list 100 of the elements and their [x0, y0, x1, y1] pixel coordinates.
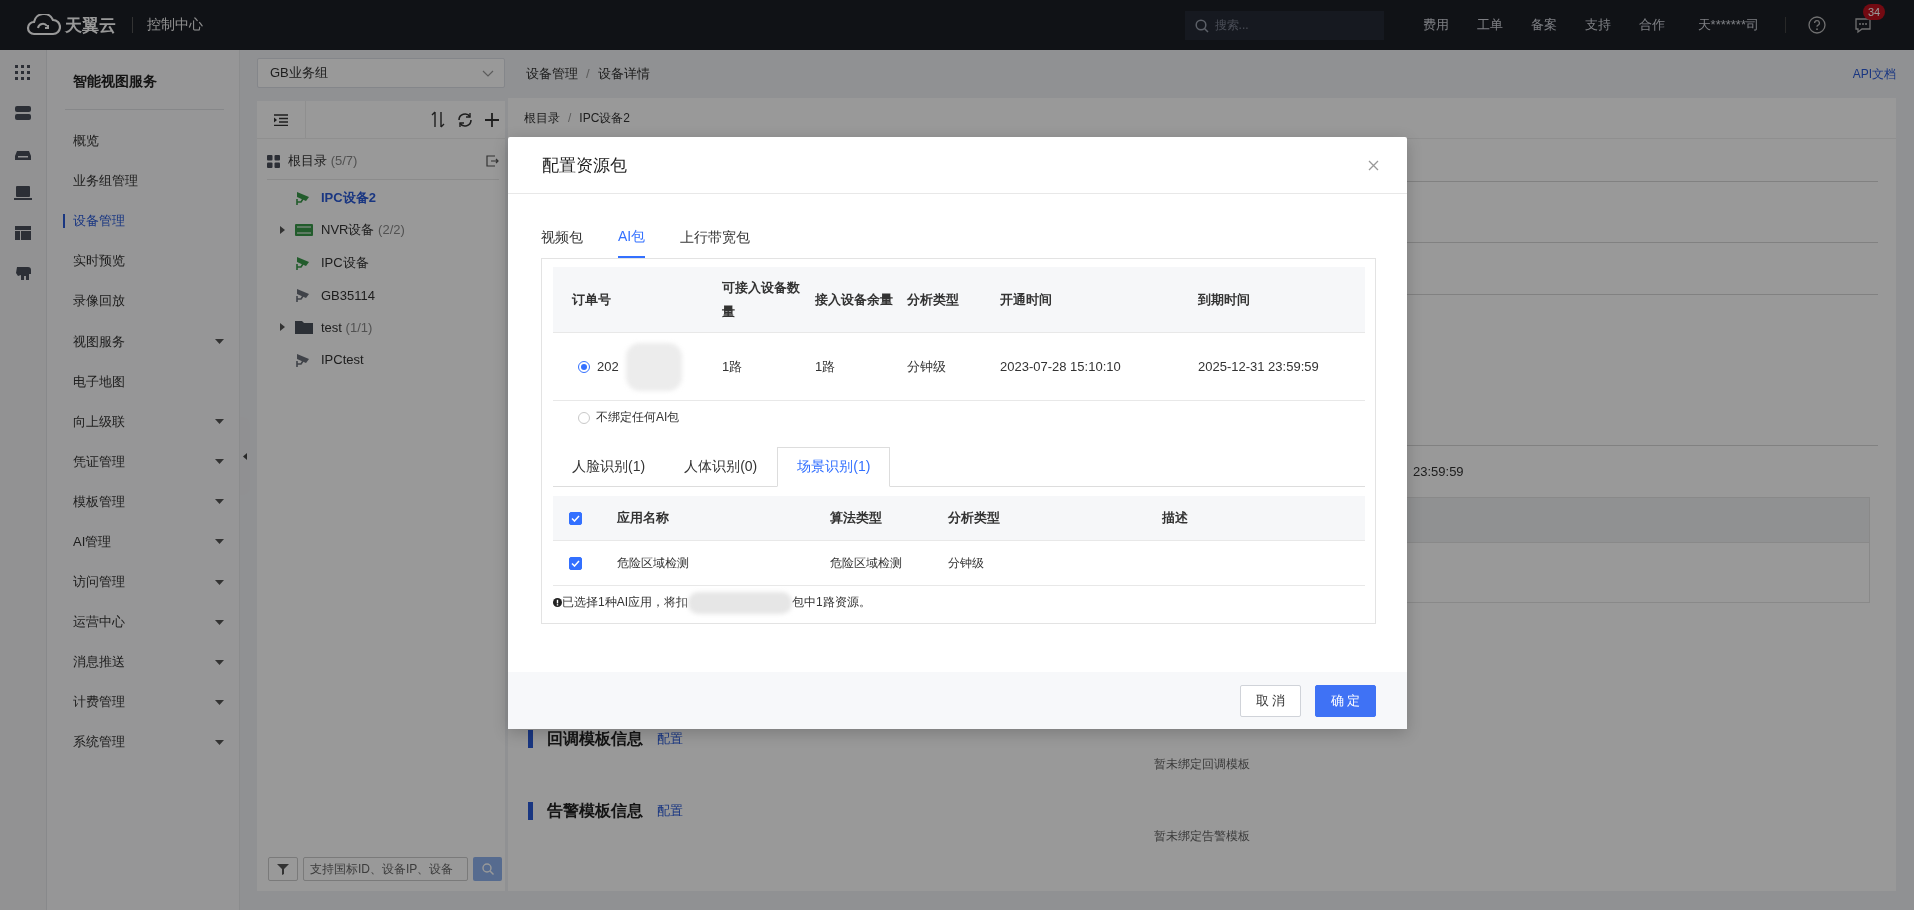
- notice-text: 包中1路资源。: [792, 594, 871, 611]
- radio-label[interactable]: 不绑定任何AI包: [596, 409, 680, 426]
- notification-badge: 34: [1863, 4, 1886, 20]
- elephant-icon[interactable]: [14, 264, 32, 282]
- column-header: 接入设备余量: [815, 290, 894, 309]
- section-title: 回调模板信息: [547, 728, 643, 749]
- column-header: 描述: [1162, 509, 1189, 527]
- table-cell-text: 1路: [722, 357, 744, 376]
- nav-item[interactable]: 概览: [63, 121, 224, 162]
- chevron-down-icon: [482, 69, 494, 77]
- nav-item[interactable]: 电子地图: [63, 361, 224, 402]
- column-header: 算法类型: [830, 509, 883, 527]
- confirm-button[interactable]: 确 定: [1315, 684, 1376, 717]
- server-icon[interactable]: [14, 104, 32, 122]
- nav-item[interactable]: 录像回放: [63, 281, 224, 322]
- tree-node[interactable]: IPCtest: [257, 343, 505, 376]
- column-header: 可接入设备数量: [722, 278, 801, 321]
- nav-item[interactable]: 业务组管理: [63, 161, 224, 202]
- dialog-title: 配置资源包: [542, 154, 627, 177]
- table-cell: 202: [597, 359, 619, 374]
- configure-link[interactable]: 配置: [657, 730, 683, 748]
- tree-node[interactable]: IPC设备: [257, 246, 505, 279]
- grid-icon: [267, 154, 280, 168]
- column-header: 订单号: [572, 290, 612, 309]
- nav-item[interactable]: 视图服务: [63, 321, 224, 362]
- nav-item[interactable]: 凭证管理: [63, 441, 224, 482]
- top-link[interactable]: 费用: [1422, 16, 1449, 34]
- indent-icon[interactable]: [274, 113, 288, 126]
- table-cell-text: 2025-12-31 23:59:59: [1198, 359, 1320, 374]
- radio-button[interactable]: [578, 360, 590, 373]
- nav-item[interactable]: 系统管理: [63, 722, 224, 763]
- api-doc-link[interactable]: API文档: [1852, 65, 1896, 83]
- nav-item[interactable]: 运营中心: [63, 602, 224, 643]
- device-search-field[interactable]: 支持国标ID、设备IP、设备: [303, 857, 468, 881]
- nav-title: 智能视图服务: [72, 72, 158, 91]
- message-icon[interactable]: [1854, 16, 1872, 34]
- configure-link[interactable]: 配置: [657, 802, 683, 820]
- expand-arrow-icon[interactable]: [279, 226, 285, 235]
- refresh-icon[interactable]: [457, 111, 473, 128]
- package-tab[interactable]: 视频包: [541, 218, 583, 258]
- nav-item[interactable]: 设备管理: [63, 201, 224, 242]
- table-cell-text: 2023-07-28 15:10:10: [1000, 359, 1122, 374]
- category-tab[interactable]: 人脸识别(1): [553, 447, 665, 486]
- empty-message: 暂未绑定回调模板: [1154, 756, 1250, 773]
- table-cell-text: 危险区域检测: [830, 554, 903, 572]
- export-icon[interactable]: [486, 155, 499, 167]
- checkbox[interactable]: [569, 556, 582, 570]
- nav-item[interactable]: 实时预览: [63, 241, 224, 282]
- add-icon[interactable]: [485, 112, 499, 127]
- apps-grid-icon[interactable]: [14, 64, 32, 82]
- breadcrumb: 设备管理 / 设备详情: [526, 65, 650, 83]
- cancel-button[interactable]: 取 消: [1240, 684, 1301, 717]
- help-icon[interactable]: [1808, 16, 1826, 34]
- category-tab[interactable]: 人体识别(0): [665, 447, 777, 486]
- section-marker: [528, 730, 533, 748]
- package-tab[interactable]: 上行带宽包: [680, 218, 751, 258]
- nav-item[interactable]: 访问管理: [63, 562, 224, 603]
- laptop-icon[interactable]: [14, 184, 32, 202]
- tree-node[interactable]: GB35114: [257, 278, 505, 312]
- logo-text: 天翼云: [65, 14, 116, 37]
- table-cell-text: 1路: [815, 357, 837, 376]
- checkbox[interactable]: [569, 511, 582, 525]
- nav-item[interactable]: 消息推送: [63, 642, 224, 683]
- caret-left-icon: [243, 452, 247, 460]
- column-header: 应用名称: [617, 509, 670, 527]
- top-link[interactable]: 工单: [1476, 16, 1503, 34]
- top-link[interactable]: 支持: [1584, 16, 1611, 34]
- table-cell-text: 分钟级: [948, 554, 985, 572]
- empty-message: 暂未绑定告警模板: [1154, 828, 1250, 845]
- tree-node[interactable]: IPC设备2: [257, 182, 505, 215]
- info-icon: [553, 598, 562, 607]
- top-link[interactable]: 合作: [1638, 16, 1665, 34]
- cloud-logo-icon: [25, 14, 61, 36]
- expiry-time: 23:59:59: [1413, 462, 1464, 481]
- nav-item[interactable]: AI管理: [63, 521, 224, 563]
- package-tab[interactable]: AI包: [618, 218, 646, 258]
- expand-arrow-icon[interactable]: [279, 323, 285, 332]
- tree-root[interactable]: 根目录 (5/7): [267, 143, 499, 180]
- group-select[interactable]: GB业务组: [257, 58, 505, 88]
- nav-item[interactable]: 向上级联: [63, 401, 224, 442]
- close-icon[interactable]: [1368, 159, 1379, 171]
- column-header: 分析类型: [948, 509, 1001, 527]
- tree-node[interactable]: test (1/1): [257, 311, 505, 344]
- top-link[interactable]: 备案: [1530, 16, 1557, 34]
- sort-icon[interactable]: [431, 111, 445, 128]
- table-cell-text: 危险区域检测: [617, 554, 690, 572]
- nav-item[interactable]: 模板管理: [63, 481, 224, 522]
- radio-button[interactable]: [578, 411, 590, 424]
- layout-icon[interactable]: [14, 224, 32, 242]
- filter-icon: [277, 863, 289, 875]
- filter-button[interactable]: [268, 857, 298, 881]
- search-icon: [481, 863, 494, 875]
- nav-item[interactable]: 计费管理: [63, 682, 224, 723]
- tree-node[interactable]: NVR设备 (2/2): [257, 214, 505, 247]
- checkmark-icon: [571, 514, 580, 522]
- column-header: 到期时间: [1198, 290, 1251, 309]
- user-name[interactable]: 天*******司: [1697, 16, 1759, 34]
- category-tab[interactable]: 场景识别(1): [777, 447, 891, 487]
- console-title[interactable]: 控制中心: [147, 16, 203, 34]
- table-cell-text: 分钟级: [907, 357, 947, 376]
